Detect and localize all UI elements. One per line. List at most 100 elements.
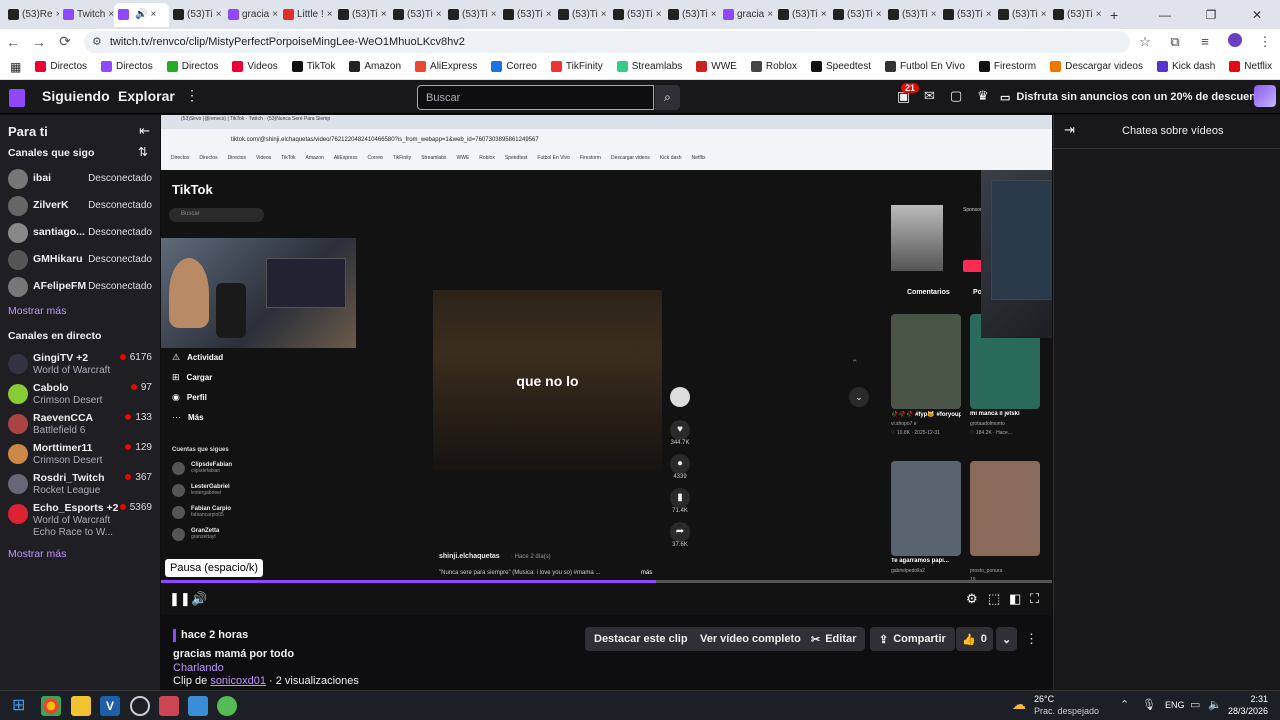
edit-button[interactable]: ✂ Editar bbox=[802, 627, 866, 651]
tab-close-icon[interactable]: × bbox=[381, 9, 387, 20]
profile-avatar[interactable] bbox=[1220, 33, 1250, 50]
live-channel[interactable]: RaevenCCA Battlefield 6 133 bbox=[0, 411, 160, 441]
followed-channel[interactable]: santiago... Desconectado bbox=[0, 220, 160, 247]
clock-time[interactable]: 2:31 bbox=[1250, 694, 1268, 704]
crown-icon[interactable]: ♛ bbox=[977, 88, 989, 104]
apps-grid-icon[interactable]: ▦ bbox=[4, 60, 27, 74]
site-info-icon[interactable]: ⚙ bbox=[92, 35, 102, 48]
browser-tab[interactable]: (53)Ti × bbox=[994, 3, 1049, 27]
browser-tab[interactable]: (53)Ti × bbox=[939, 3, 994, 27]
tab-close-icon[interactable]: × bbox=[931, 9, 937, 20]
vegas-icon[interactable]: V bbox=[100, 696, 120, 716]
tab-close-icon[interactable]: × bbox=[216, 9, 222, 20]
bookmark-item[interactable]: Firestorm bbox=[973, 61, 1042, 72]
clip-category[interactable]: Charlando bbox=[173, 662, 224, 674]
tab-close-icon[interactable]: × bbox=[327, 9, 333, 20]
tab-close-icon[interactable]: × bbox=[876, 9, 882, 20]
bookmark-item[interactable]: Directos bbox=[95, 61, 159, 72]
obs-icon[interactable] bbox=[130, 696, 150, 716]
windows-start-icon[interactable]: ⊞ bbox=[12, 695, 25, 715]
followed-channel[interactable]: AFelipeFM Desconectado bbox=[0, 274, 160, 301]
browser-menu-icon[interactable]: ⋮ bbox=[1250, 34, 1280, 50]
browser-tab[interactable]: 🔊 × bbox=[114, 2, 169, 27]
browser-tab[interactable]: (53)Ti × bbox=[334, 3, 389, 27]
tab-close-icon[interactable]: × bbox=[150, 9, 156, 20]
app-icon-2[interactable] bbox=[188, 696, 208, 716]
tab-close-icon[interactable]: × bbox=[821, 9, 827, 20]
bookmark-item[interactable]: Futbol En Vivo bbox=[879, 61, 971, 72]
browser-tab[interactable]: (53)Ti × bbox=[774, 3, 829, 27]
back-icon[interactable]: ← bbox=[0, 34, 26, 50]
browser-tab[interactable]: (53)Ti × bbox=[609, 3, 664, 27]
bookmark-item[interactable]: Correo bbox=[485, 61, 543, 72]
browser-tab[interactable]: (53)Ti × bbox=[444, 3, 499, 27]
bookmark-item[interactable]: TikTok bbox=[286, 61, 342, 72]
forward-icon[interactable]: → bbox=[26, 34, 52, 50]
bookmark-item[interactable]: WWE bbox=[690, 61, 743, 72]
like-button[interactable]: 👍 0 bbox=[956, 627, 993, 651]
clock-date[interactable]: 28/3/2026 bbox=[1228, 706, 1268, 716]
speaker-icon[interactable]: 🔈 bbox=[1208, 698, 1222, 711]
volume-icon[interactable]: 🔊 bbox=[191, 591, 207, 607]
chrome-icon[interactable] bbox=[41, 696, 61, 716]
video-player[interactable]: (53)Sirvo (@renvco) | TikTok · Twitch · … bbox=[161, 115, 1052, 615]
tab-close-icon[interactable]: × bbox=[986, 9, 992, 20]
turbo-promo[interactable]: ▭ Disfruta sin anuncios con un 20% de de… bbox=[1000, 85, 1269, 109]
search-icon[interactable]: ⌕ bbox=[655, 85, 680, 110]
fullscreen-icon[interactable]: ⛶ bbox=[1030, 591, 1039, 607]
mic-icon[interactable]: 🎙 bbox=[1142, 698, 1156, 711]
tab-close-icon[interactable]: × bbox=[436, 9, 442, 20]
sort-icon[interactable]: ⇅ bbox=[138, 145, 148, 159]
mail-icon[interactable]: ✉ bbox=[924, 88, 935, 104]
theatre-mode-icon[interactable]: ◧ bbox=[1009, 591, 1021, 607]
browser-tab[interactable]: (53)Ti × bbox=[389, 3, 444, 27]
reload-icon[interactable]: ⟳ bbox=[52, 33, 78, 50]
search-input[interactable]: Buscar bbox=[417, 85, 654, 110]
file-explorer-icon[interactable] bbox=[71, 696, 91, 716]
url-field[interactable]: ⚙ twitch.tv/renvco/clip/MistyPerfectPorp… bbox=[84, 30, 1130, 53]
browser-tab[interactable]: (53)Ti × bbox=[499, 3, 554, 27]
clipper-link[interactable]: sonicoxd01 bbox=[210, 675, 266, 687]
new-tab-button[interactable]: + bbox=[1110, 7, 1118, 23]
browser-tab[interactable]: (53)Ti × bbox=[664, 3, 719, 27]
tab-close-icon[interactable]: × bbox=[491, 9, 497, 20]
app-icon-1[interactable] bbox=[159, 696, 179, 716]
show-more-live[interactable]: Mostrar más bbox=[8, 548, 66, 560]
show-more-followed[interactable]: Mostrar más bbox=[8, 305, 66, 317]
live-channel[interactable]: Cabolo Crimson Desert 97 bbox=[0, 381, 160, 411]
cast-icon[interactable]: ⬚ bbox=[988, 591, 1000, 607]
settings-icon[interactable]: ⚙ bbox=[966, 591, 978, 607]
network-icon[interactable]: ▭ bbox=[1190, 698, 1200, 711]
browser-tab[interactable]: (53)Ti × bbox=[554, 3, 609, 27]
user-avatar[interactable] bbox=[1254, 85, 1276, 107]
media-icon[interactable]: ≡ bbox=[1190, 34, 1220, 49]
tab-close-icon[interactable]: × bbox=[656, 9, 662, 20]
full-video-button[interactable]: Ver vídeo completo bbox=[691, 627, 810, 651]
followed-channel[interactable]: ZilverK Desconectado bbox=[0, 193, 160, 220]
whispers-icon[interactable]: ▢ bbox=[950, 88, 962, 104]
browser-tab[interactable]: (53)Ti × bbox=[169, 3, 224, 27]
browser-tab[interactable]: Twitch × bbox=[59, 3, 114, 27]
bookmark-item[interactable]: AliExpress bbox=[409, 61, 483, 72]
tab-close-icon[interactable]: × bbox=[601, 9, 607, 20]
maximize-icon[interactable]: ❐ bbox=[1188, 8, 1234, 22]
browser-tab[interactable]: (53)Ti × bbox=[829, 3, 884, 27]
dislike-dropdown[interactable]: ⌄ bbox=[996, 627, 1018, 651]
bookmark-star-icon[interactable]: ☆ bbox=[1130, 34, 1160, 50]
bookmark-item[interactable]: TikFinity bbox=[545, 61, 609, 72]
browser-tab[interactable]: Little ! × bbox=[279, 3, 334, 27]
bookmark-item[interactable]: Descargar videos bbox=[1044, 61, 1149, 72]
close-window-icon[interactable]: ✕ bbox=[1234, 8, 1280, 22]
bookmark-item[interactable]: Streamlabs bbox=[611, 61, 689, 72]
live-channel[interactable]: GingiTV +2 World of Warcraft 6176 bbox=[0, 351, 160, 381]
tab-close-icon[interactable]: × bbox=[711, 9, 717, 20]
bookmark-item[interactable]: Directos bbox=[29, 61, 93, 72]
more-options-icon[interactable]: ⋮ bbox=[185, 87, 199, 104]
tab-close-icon[interactable]: × bbox=[272, 9, 278, 20]
bookmark-item[interactable]: Videos bbox=[226, 61, 283, 72]
app-icon-3[interactable] bbox=[217, 696, 237, 716]
extensions-icon[interactable]: ⧉ bbox=[1160, 34, 1190, 50]
tab-close-icon[interactable]: × bbox=[546, 9, 552, 20]
browser-tab[interactable]: gracia × bbox=[224, 3, 279, 27]
language-indicator[interactable]: ENG bbox=[1165, 700, 1185, 710]
